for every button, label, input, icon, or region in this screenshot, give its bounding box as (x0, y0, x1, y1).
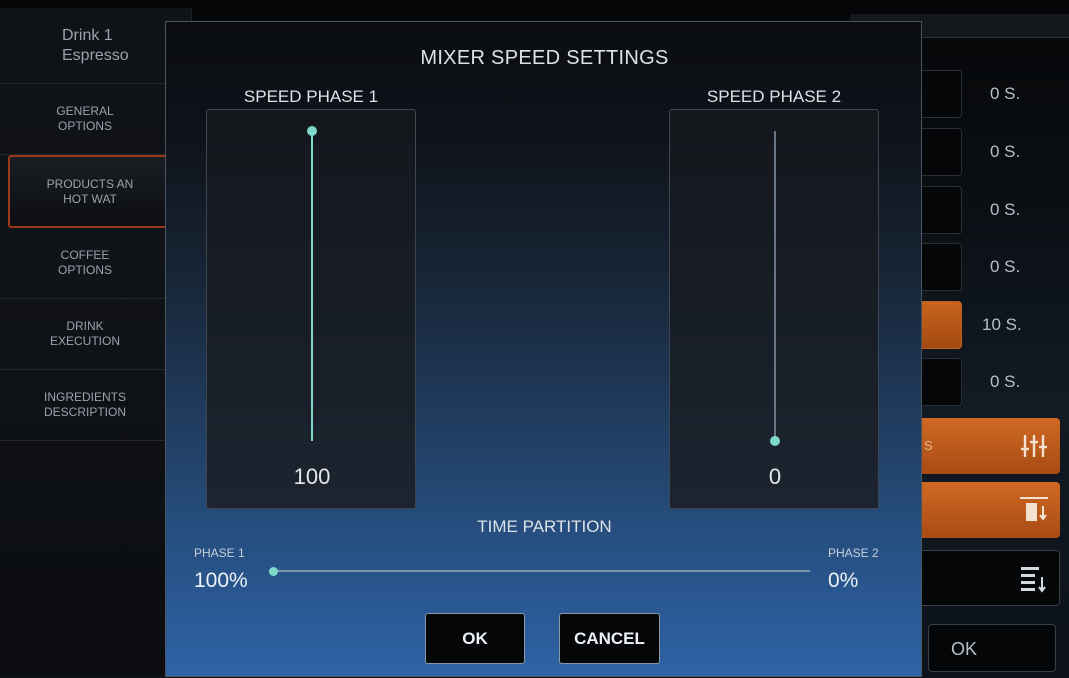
drink-header: Drink 1 Espresso (0, 8, 191, 84)
sort-order-button[interactable] (920, 550, 1060, 606)
slider-thumb[interactable] (307, 126, 317, 136)
drink-type: Espresso (62, 46, 129, 64)
cancel-button[interactable]: CANCEL (559, 613, 660, 664)
dialog-title: MIXER SPEED SETTINGS (420, 47, 669, 69)
speed-phase2-slider[interactable]: 0 (669, 109, 879, 509)
phase1-label: PHASE 1 (194, 546, 245, 560)
phase2-percent: 0% (828, 569, 859, 592)
mixer-speed-dialog: MIXER SPEED SETTINGS SPEED PHASE 1 100 S… (165, 21, 922, 677)
time-partition-title: TIME PARTITION (477, 517, 612, 536)
sidebar-item-general-options[interactable]: GENERAL OPTIONS (0, 84, 191, 155)
time-field[interactable] (920, 358, 962, 406)
time-value: 0 S. (990, 372, 1021, 391)
sort-down-icon (1021, 567, 1046, 593)
cup-down-icon (1020, 497, 1048, 521)
time-row: 0 S. (920, 358, 1069, 406)
drink-name: Drink 1 (62, 26, 113, 44)
time-row: 0 S. (920, 70, 1069, 118)
time-value: 0 S. (990, 142, 1021, 161)
time-field[interactable] (920, 128, 962, 176)
sidebar-item-label: HOT WAT (63, 191, 117, 206)
time-row: 10 S. (920, 301, 1069, 349)
sidebar-item-label: COFFEE (60, 248, 110, 262)
speed-phase1-slider[interactable]: 100 (206, 109, 416, 509)
time-row: 0 S. (920, 243, 1069, 291)
sidebar-item-drink-execution[interactable]: DRINK EXECUTION (0, 299, 191, 370)
time-field[interactable] (920, 186, 962, 234)
ok-button[interactable]: OK (425, 613, 525, 664)
time-value: 0 S. (990, 200, 1021, 219)
sidebar-item-label: OPTIONS (57, 119, 112, 133)
main-ok-button[interactable]: OK (928, 624, 1056, 672)
slider-track-fill (311, 131, 313, 441)
time-value: 10 S. (982, 315, 1022, 334)
mixer-settings-label: S (924, 438, 933, 453)
time-partition-slider[interactable] (273, 570, 810, 572)
sidebar-item-label: OPTIONS (57, 263, 112, 277)
sidebar-item-label: GENERAL (56, 104, 114, 118)
sidebar-item-label: INGREDIENTS (43, 390, 126, 404)
mixer-settings-button[interactable]: S (920, 418, 1060, 474)
sidebar-item-products-hot-water[interactable]: PRODUCTS AN HOT WAT (8, 155, 183, 228)
time-field-selected[interactable] (920, 301, 962, 349)
time-row: 0 S. (920, 128, 1069, 176)
time-partition-thumb[interactable] (269, 567, 278, 576)
dispense-order-button[interactable] (920, 482, 1060, 538)
right-panel: 0 S. 0 S. 0 S. 0 S. 10 S. 0 S. S OK (850, 14, 1069, 678)
sidebar-item-coffee-options[interactable]: COFFEE OPTIONS (0, 228, 191, 299)
slider-track (774, 131, 776, 441)
time-field[interactable] (920, 70, 962, 118)
sidebar-item-label: DESCRIPTION (43, 405, 126, 419)
sliders-icon (1021, 435, 1047, 457)
time-row: 0 S. (920, 186, 1069, 234)
speed-phase1-value: 100 (293, 464, 331, 489)
time-value: 0 S. (990, 257, 1021, 276)
slider-thumb[interactable] (770, 436, 780, 446)
speed-phase2-value: 0 (768, 464, 782, 489)
speed-phase1-label: SPEED PHASE 1 (243, 87, 379, 106)
phase2-label: PHASE 2 (828, 546, 879, 560)
sidebar: Drink 1 Espresso GENERAL OPTIONS PRODUCT… (0, 8, 192, 676)
sidebar-item-label: DRINK (66, 319, 104, 333)
speed-phase2-label: SPEED PHASE 2 (706, 87, 842, 106)
time-value: 0 S. (990, 84, 1021, 103)
sidebar-item-label: EXECUTION (49, 334, 120, 348)
sidebar-item-ingredients-description[interactable]: INGREDIENTS DESCRIPTION (0, 370, 191, 441)
time-field[interactable] (920, 243, 962, 291)
sidebar-item-label: PRODUCTS AN (46, 176, 134, 191)
phase1-percent: 100% (194, 569, 248, 592)
